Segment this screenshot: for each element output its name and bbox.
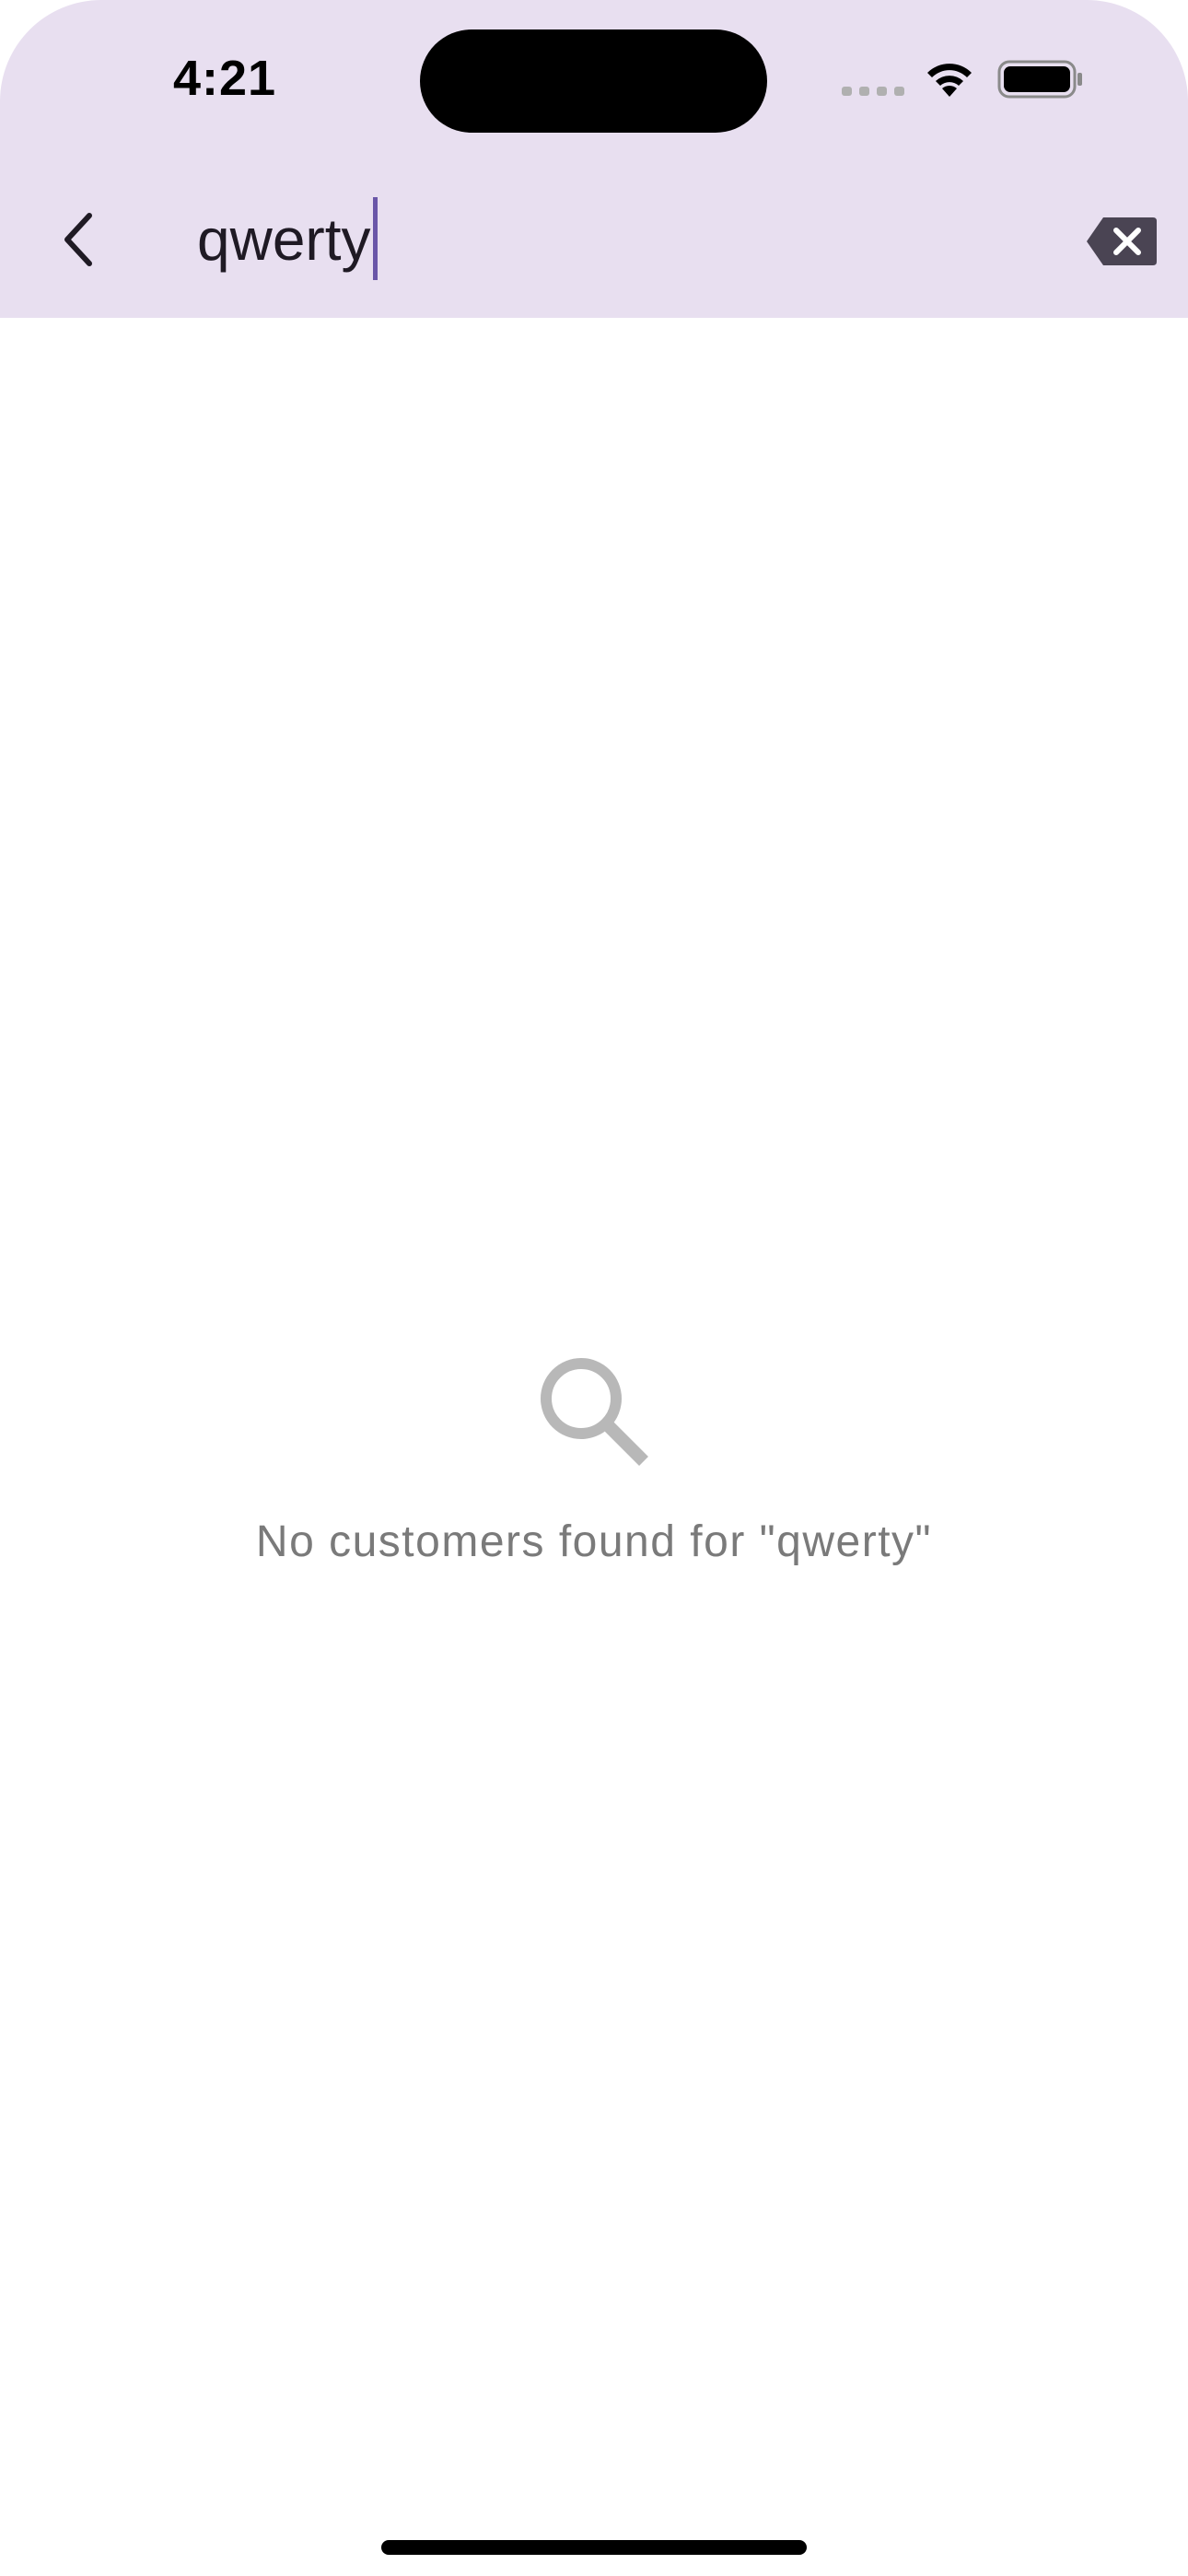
cellular-signal-icon: [842, 87, 904, 96]
status-time: 4:21: [173, 51, 277, 106]
back-button[interactable]: [46, 203, 111, 276]
backspace-clear-icon[interactable]: [1085, 216, 1159, 267]
status-bar: 4:21: [0, 0, 1188, 157]
empty-state-message: No customers found for "qwerty": [255, 1517, 933, 1566]
top-app-bar: 4:21 qwerty: [0, 0, 1188, 318]
wifi-icon: [927, 64, 972, 97]
screen: 4:21 qwerty No customers found for "qwer…: [0, 0, 1188, 2576]
search-input[interactable]: qwerty: [197, 197, 378, 281]
home-indicator[interactable]: [381, 2540, 807, 2555]
text-cursor: [372, 197, 378, 281]
search-input-value: qwerty: [197, 206, 371, 273]
search-icon: [541, 1358, 648, 1466]
chevron-left-icon: [64, 213, 92, 266]
empty-state: No customers found for "qwerty": [0, 1354, 1188, 1567]
battery-icon: [997, 60, 1082, 99]
dynamic-island: [420, 29, 767, 133]
search-bar: qwerty: [0, 175, 1188, 304]
